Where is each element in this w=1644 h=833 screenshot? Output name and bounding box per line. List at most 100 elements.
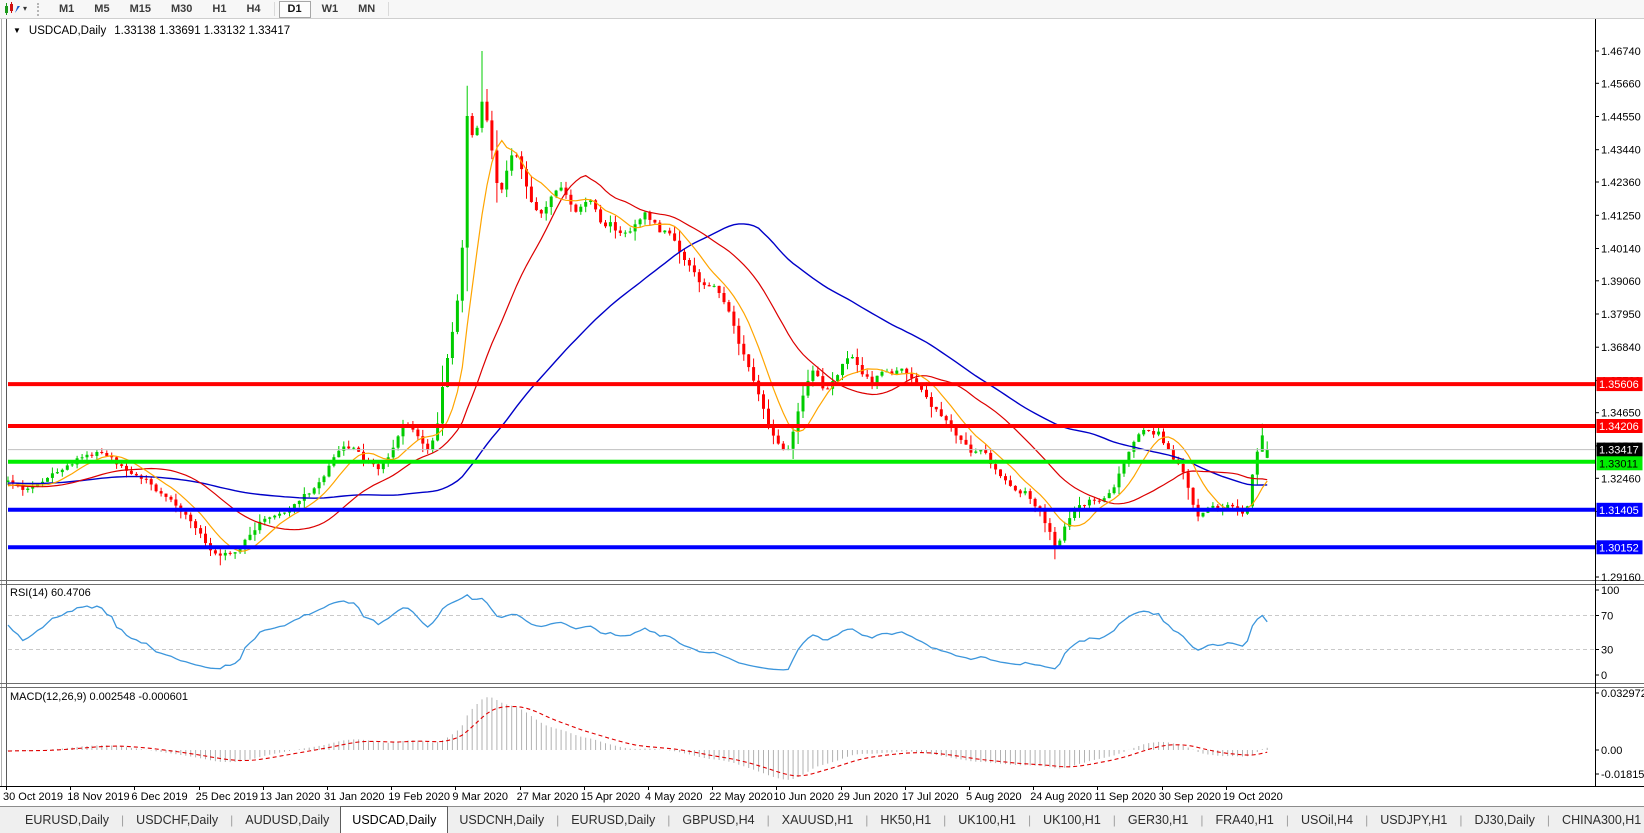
price-axis-label: 1.29160 [1601, 572, 1641, 584]
chart-tab-uk100-h1[interactable]: UK100,H1 [947, 807, 1027, 833]
chart-tab-usoil-h4[interactable]: USOil,H4 [1290, 807, 1364, 833]
chart-tab-china300-h1[interactable]: CHINA300,H1 [1551, 807, 1644, 833]
timeframe-button-h1[interactable]: H1 [203, 1, 235, 18]
timeframe-button-mn[interactable]: MN [349, 1, 384, 18]
price-tag-label: 1.33417 [1599, 445, 1639, 457]
price-axis-label: 1.40140 [1601, 244, 1641, 256]
time-axis-tick [520, 787, 521, 790]
rsi-axis-label: 70 [1601, 611, 1613, 623]
chart-tab-dj30-daily[interactable]: DJ30,Daily [1463, 807, 1545, 833]
price-tag-label: 1.33011 [1599, 458, 1638, 470]
time-axis-tick [1097, 787, 1098, 790]
chart-tab-uk100-h1[interactable]: UK100,H1 [1032, 807, 1112, 833]
chart-tab-usdcad-daily[interactable]: USDCAD,Daily [340, 806, 448, 833]
time-axis-label: 6 Dec 2019 [131, 791, 187, 803]
toolbar-separator [274, 2, 275, 16]
chart-tools-icon[interactable] [3, 2, 21, 16]
price-axis-label: 1.39060 [1601, 276, 1641, 288]
rsi-indicator-label: RSI(14) 60.4706 [10, 587, 91, 599]
price-tag-label: 1.34206 [1599, 421, 1639, 433]
time-axis-tick [134, 787, 135, 790]
time-axis-tick [905, 787, 906, 790]
time-axis-tick [199, 787, 200, 790]
price-axis-label: 1.36840 [1601, 342, 1641, 354]
chart-tab-xauusd-h1[interactable]: XAUUSD,H1 [771, 807, 865, 833]
price-axis-label: 1.34650 [1601, 408, 1641, 420]
chart-tab-eurusd-daily[interactable]: EURUSD,Daily [14, 807, 120, 833]
price-axis-label: 1.32460 [1601, 473, 1641, 485]
toolbar-separator [388, 2, 389, 16]
time-axis-tick [1033, 787, 1034, 790]
timeframe-button-d1[interactable]: D1 [279, 1, 311, 18]
chart-tab-hk50-h1[interactable]: HK50,H1 [869, 807, 942, 833]
macd-axis-label: 0.032972 [1601, 688, 1644, 700]
timeframe-button-m15[interactable]: M15 [121, 1, 160, 18]
time-axis-tick [327, 787, 328, 790]
time-axis-label: 25 Dec 2019 [196, 791, 258, 803]
chart-symbol-period: USDCAD,Daily [29, 25, 106, 37]
rsi-axis-label: 30 [1601, 645, 1613, 657]
chart-plot[interactable]: 1.467401.456601.445501.434401.423601.412… [0, 0, 1644, 833]
chart-caret-icon[interactable]: ▼ [13, 26, 21, 35]
time-axis-label: 27 Mar 2020 [517, 791, 579, 803]
macd-axis-label: -0.018154 [1601, 769, 1644, 781]
chart-tab-usdcnh-daily[interactable]: USDCNH,Daily [448, 807, 555, 833]
timeframe-button-m1[interactable]: M1 [50, 1, 83, 18]
time-axis-tick [712, 787, 713, 790]
time-axis-tick [584, 787, 585, 790]
chart-tab-ger30-h1[interactable]: GER30,H1 [1117, 807, 1199, 833]
time-axis-tick [1162, 787, 1163, 790]
timeframe-button-w1[interactable]: W1 [313, 1, 348, 18]
time-axis-label: 17 Jul 2020 [902, 791, 959, 803]
time-axis-label: 5 Aug 2020 [966, 791, 1022, 803]
chart-tab-gbpusd-h4[interactable]: GBPUSD,H4 [671, 807, 765, 833]
timeframe-button-h4[interactable]: H4 [237, 1, 269, 18]
chart-tab-audusd-daily[interactable]: AUDUSD,Daily [234, 807, 340, 833]
price-tag-label: 1.30152 [1599, 542, 1639, 554]
chart-tab-fra40-h1[interactable]: FRA40,H1 [1204, 807, 1284, 833]
mt4-terminal-window: ▾ M1M5M15M30H1H4 D1W1MN 1.467401.456601.4… [0, 0, 1644, 833]
price-axis-label: 1.43440 [1601, 145, 1641, 157]
time-axis-label: 19 Feb 2020 [388, 791, 450, 803]
macd-axis-label: 0.00 [1601, 745, 1622, 757]
time-axis-label: 10 Jun 2020 [773, 791, 834, 803]
time-axis-label: 29 Jun 2020 [838, 791, 899, 803]
time-axis-label: 30 Sep 2020 [1159, 791, 1221, 803]
time-axis-tick [6, 787, 7, 790]
toolbar-grip[interactable] [37, 3, 39, 16]
rsi-axis-label: 0 [1601, 670, 1607, 682]
chart-tab-bar: EURUSD,Daily|USDCHF,Daily|AUDUSD,DailyUS… [0, 806, 1644, 833]
macd-indicator-label: MACD(12,26,9) 0.002548 -0.000601 [10, 691, 188, 703]
time-axis-tick [70, 787, 71, 790]
time-axis-label: 22 May 2020 [709, 791, 773, 803]
time-axis-tick [1226, 787, 1227, 790]
time-axis-tick [776, 787, 777, 790]
time-axis-label: 30 Oct 2019 [3, 791, 63, 803]
time-axis-label: 31 Jan 2020 [324, 791, 385, 803]
time-axis-label: 9 Mar 2020 [452, 791, 508, 803]
time-axis-tick [391, 787, 392, 790]
timeframe-buttons: M1M5M15M30H1H4 D1W1MN [49, 1, 392, 18]
time-axis-label: 15 Apr 2020 [581, 791, 640, 803]
timeframe-button-m5[interactable]: M5 [85, 1, 118, 18]
time-axis-label: 4 May 2020 [645, 791, 702, 803]
time-axis[interactable]: 30 Oct 201918 Nov 20196 Dec 201925 Dec 2… [0, 786, 1644, 807]
chart-tab-eurusd-daily[interactable]: EURUSD,Daily [560, 807, 666, 833]
rsi-axis-label: 100 [1601, 585, 1619, 597]
price-axis-label: 1.42360 [1601, 177, 1641, 189]
chart-tab-usdchf-daily[interactable]: USDCHF,Daily [125, 807, 229, 833]
price-axis-label: 1.44550 [1601, 112, 1641, 124]
time-axis-tick [841, 787, 842, 790]
chart-canvas[interactable]: 1.467401.456601.445501.434401.423601.412… [0, 0, 1644, 833]
dropdown-caret-icon[interactable]: ▾ [23, 2, 27, 16]
timeframe-toolbar: ▾ M1M5M15M30H1H4 D1W1MN [0, 0, 1644, 19]
price-tag-label: 1.31405 [1599, 505, 1639, 517]
time-axis-tick [648, 787, 649, 790]
time-axis-label: 13 Jan 2020 [260, 791, 321, 803]
time-axis-label: 19 Oct 2020 [1223, 791, 1283, 803]
timeframe-button-m30[interactable]: M30 [162, 1, 201, 18]
chart-tab-usdjpy-h1[interactable]: USDJPY,H1 [1369, 807, 1458, 833]
chart-title: ▼ USDCAD,Daily 1.33138 1.33691 1.33132 1… [13, 25, 290, 37]
price-tag-label: 1.35606 [1599, 379, 1639, 391]
chart-ohlc-readout: 1.33138 1.33691 1.33132 1.33417 [114, 25, 290, 37]
